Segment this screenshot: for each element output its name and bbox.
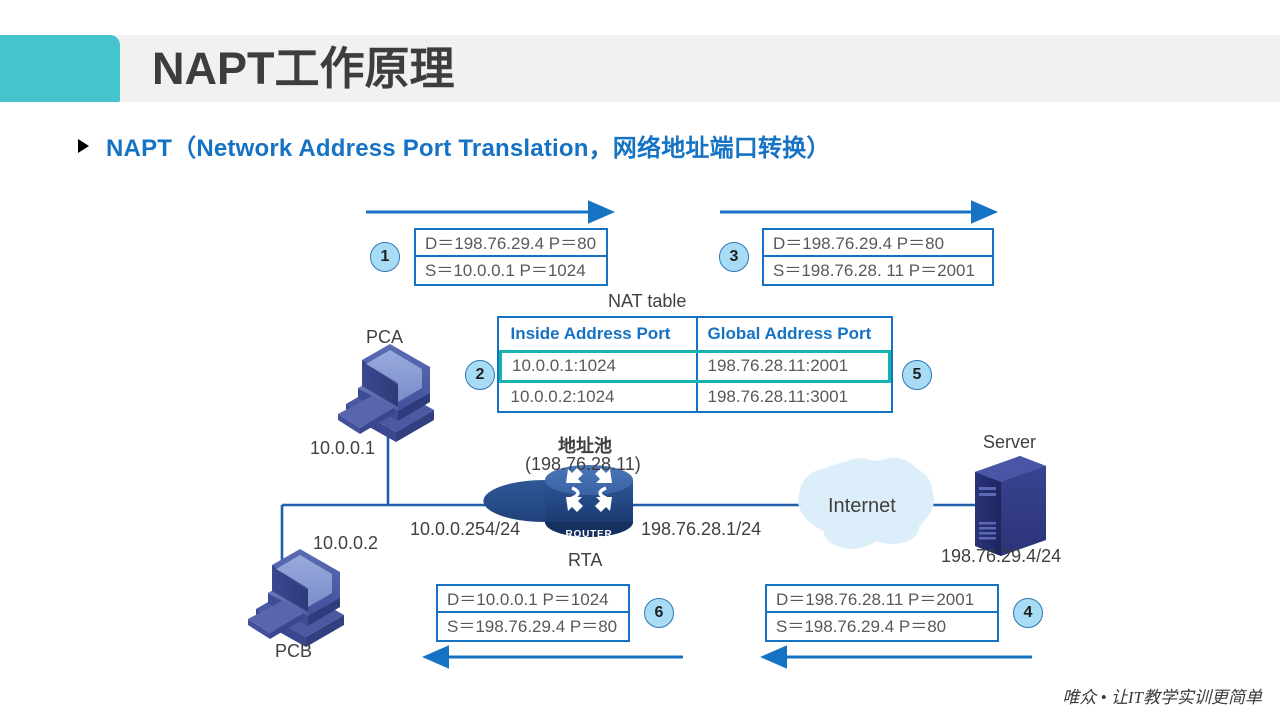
nat-col-global: Global Address Port xyxy=(707,323,872,343)
packet-box-6: D＝10.0.0.1 P＝1024 S＝198.76.29.4 P＝80 xyxy=(436,584,630,642)
nat-table-caption: NAT table xyxy=(608,291,687,311)
packet-4-src: S＝198.76.29.4 P＝80 xyxy=(776,617,947,636)
footer-branding: 唯众 • 让IT教学实训更简单 xyxy=(1062,688,1262,707)
nat-row-1-global: 198.76.28.11:3001 xyxy=(707,386,849,406)
pca-computer-icon xyxy=(338,344,434,442)
nat-row-1-inside: 10.0.0.2:1024 xyxy=(500,381,698,411)
pcb-address-label: 10.0.0.2 xyxy=(313,533,379,553)
router-outside-interface-label: 198.76.28.1/24 xyxy=(641,519,762,539)
packet-1-dest: D＝198.76.29.4 P＝80 xyxy=(416,230,606,257)
step-badge-2: 2 xyxy=(465,360,495,390)
server-label: Server xyxy=(983,432,1037,452)
address-pool-value: (198.76.28.11) xyxy=(525,454,641,474)
packet-box-1: D＝198.76.29.4 P＝80 S＝10.0.0.1 P＝1024 xyxy=(414,228,608,286)
page-title: NAPT工作原理 xyxy=(152,43,455,94)
internet-cloud-label: Internet xyxy=(828,495,896,517)
packet-4-dest: D＝198.76.28.11 P＝2001 xyxy=(767,586,997,613)
pca-address-label: 10.0.0.1 xyxy=(310,438,376,458)
header-accent-block xyxy=(0,35,120,102)
step-badge-6: 6 xyxy=(644,598,674,628)
nat-row-0-inside: 10.0.0.1:1024 xyxy=(499,349,698,383)
packet-box-4: D＝198.76.28.11 P＝2001 S＝198.76.29.4 P＝80 xyxy=(765,584,999,642)
packet-6-src: S＝198.76.29.4 P＝80 xyxy=(447,617,618,636)
pca-label: PCA xyxy=(366,327,404,347)
packet-1-src: S＝10.0.0.1 P＝1024 xyxy=(425,261,586,280)
nat-table-header-row: Inside Address Port Global Address Port xyxy=(500,318,890,351)
router-label: RTA xyxy=(568,550,603,570)
step-badge-4: 4 xyxy=(1013,598,1043,628)
server-icon xyxy=(975,456,1046,556)
triangle-bullet-icon xyxy=(78,138,89,153)
table-row: 10.0.0.2:1024 198.76.28.11:3001 xyxy=(500,381,890,411)
step-badge-3: 3 xyxy=(719,242,749,272)
svg-text:ROUTER: ROUTER xyxy=(565,529,612,540)
nat-col-inside: Inside Address Port xyxy=(500,318,698,351)
packet-3-dest: D＝198.76.29.4 P＝80 xyxy=(764,230,992,257)
server-address-label: 198.76.29.4/24 xyxy=(941,546,1062,566)
table-row: 10.0.0.1:1024 198.76.28.11:2001 xyxy=(499,349,891,383)
step-badge-1: 1 xyxy=(370,242,400,272)
router-inside-interface-label: 10.0.0.254/24 xyxy=(410,519,521,539)
packet-3-src: S＝198.76.28. 11 P＝2001 xyxy=(773,261,975,280)
packet-box-3: D＝198.76.29.4 P＝80 S＝198.76.28. 11 P＝200… xyxy=(762,228,994,286)
subtitle-text: NAPT（Network Address Port Translation，网络… xyxy=(106,135,831,162)
nat-table: Inside Address Port Global Address Port … xyxy=(497,316,893,413)
slide-root: NAPT工作原理 NAPT（Network Address Port Trans… xyxy=(0,0,1280,720)
subtitle-row: NAPT（Network Address Port Translation，网络… xyxy=(78,128,831,163)
nat-row-0-global: 198.76.28.11:2001 xyxy=(696,349,891,383)
packet-6-dest: D＝10.0.0.1 P＝1024 xyxy=(438,586,628,613)
step-badge-5: 5 xyxy=(902,360,932,390)
pcb-label: PCB xyxy=(275,641,313,661)
pcb-computer-icon xyxy=(248,549,344,647)
